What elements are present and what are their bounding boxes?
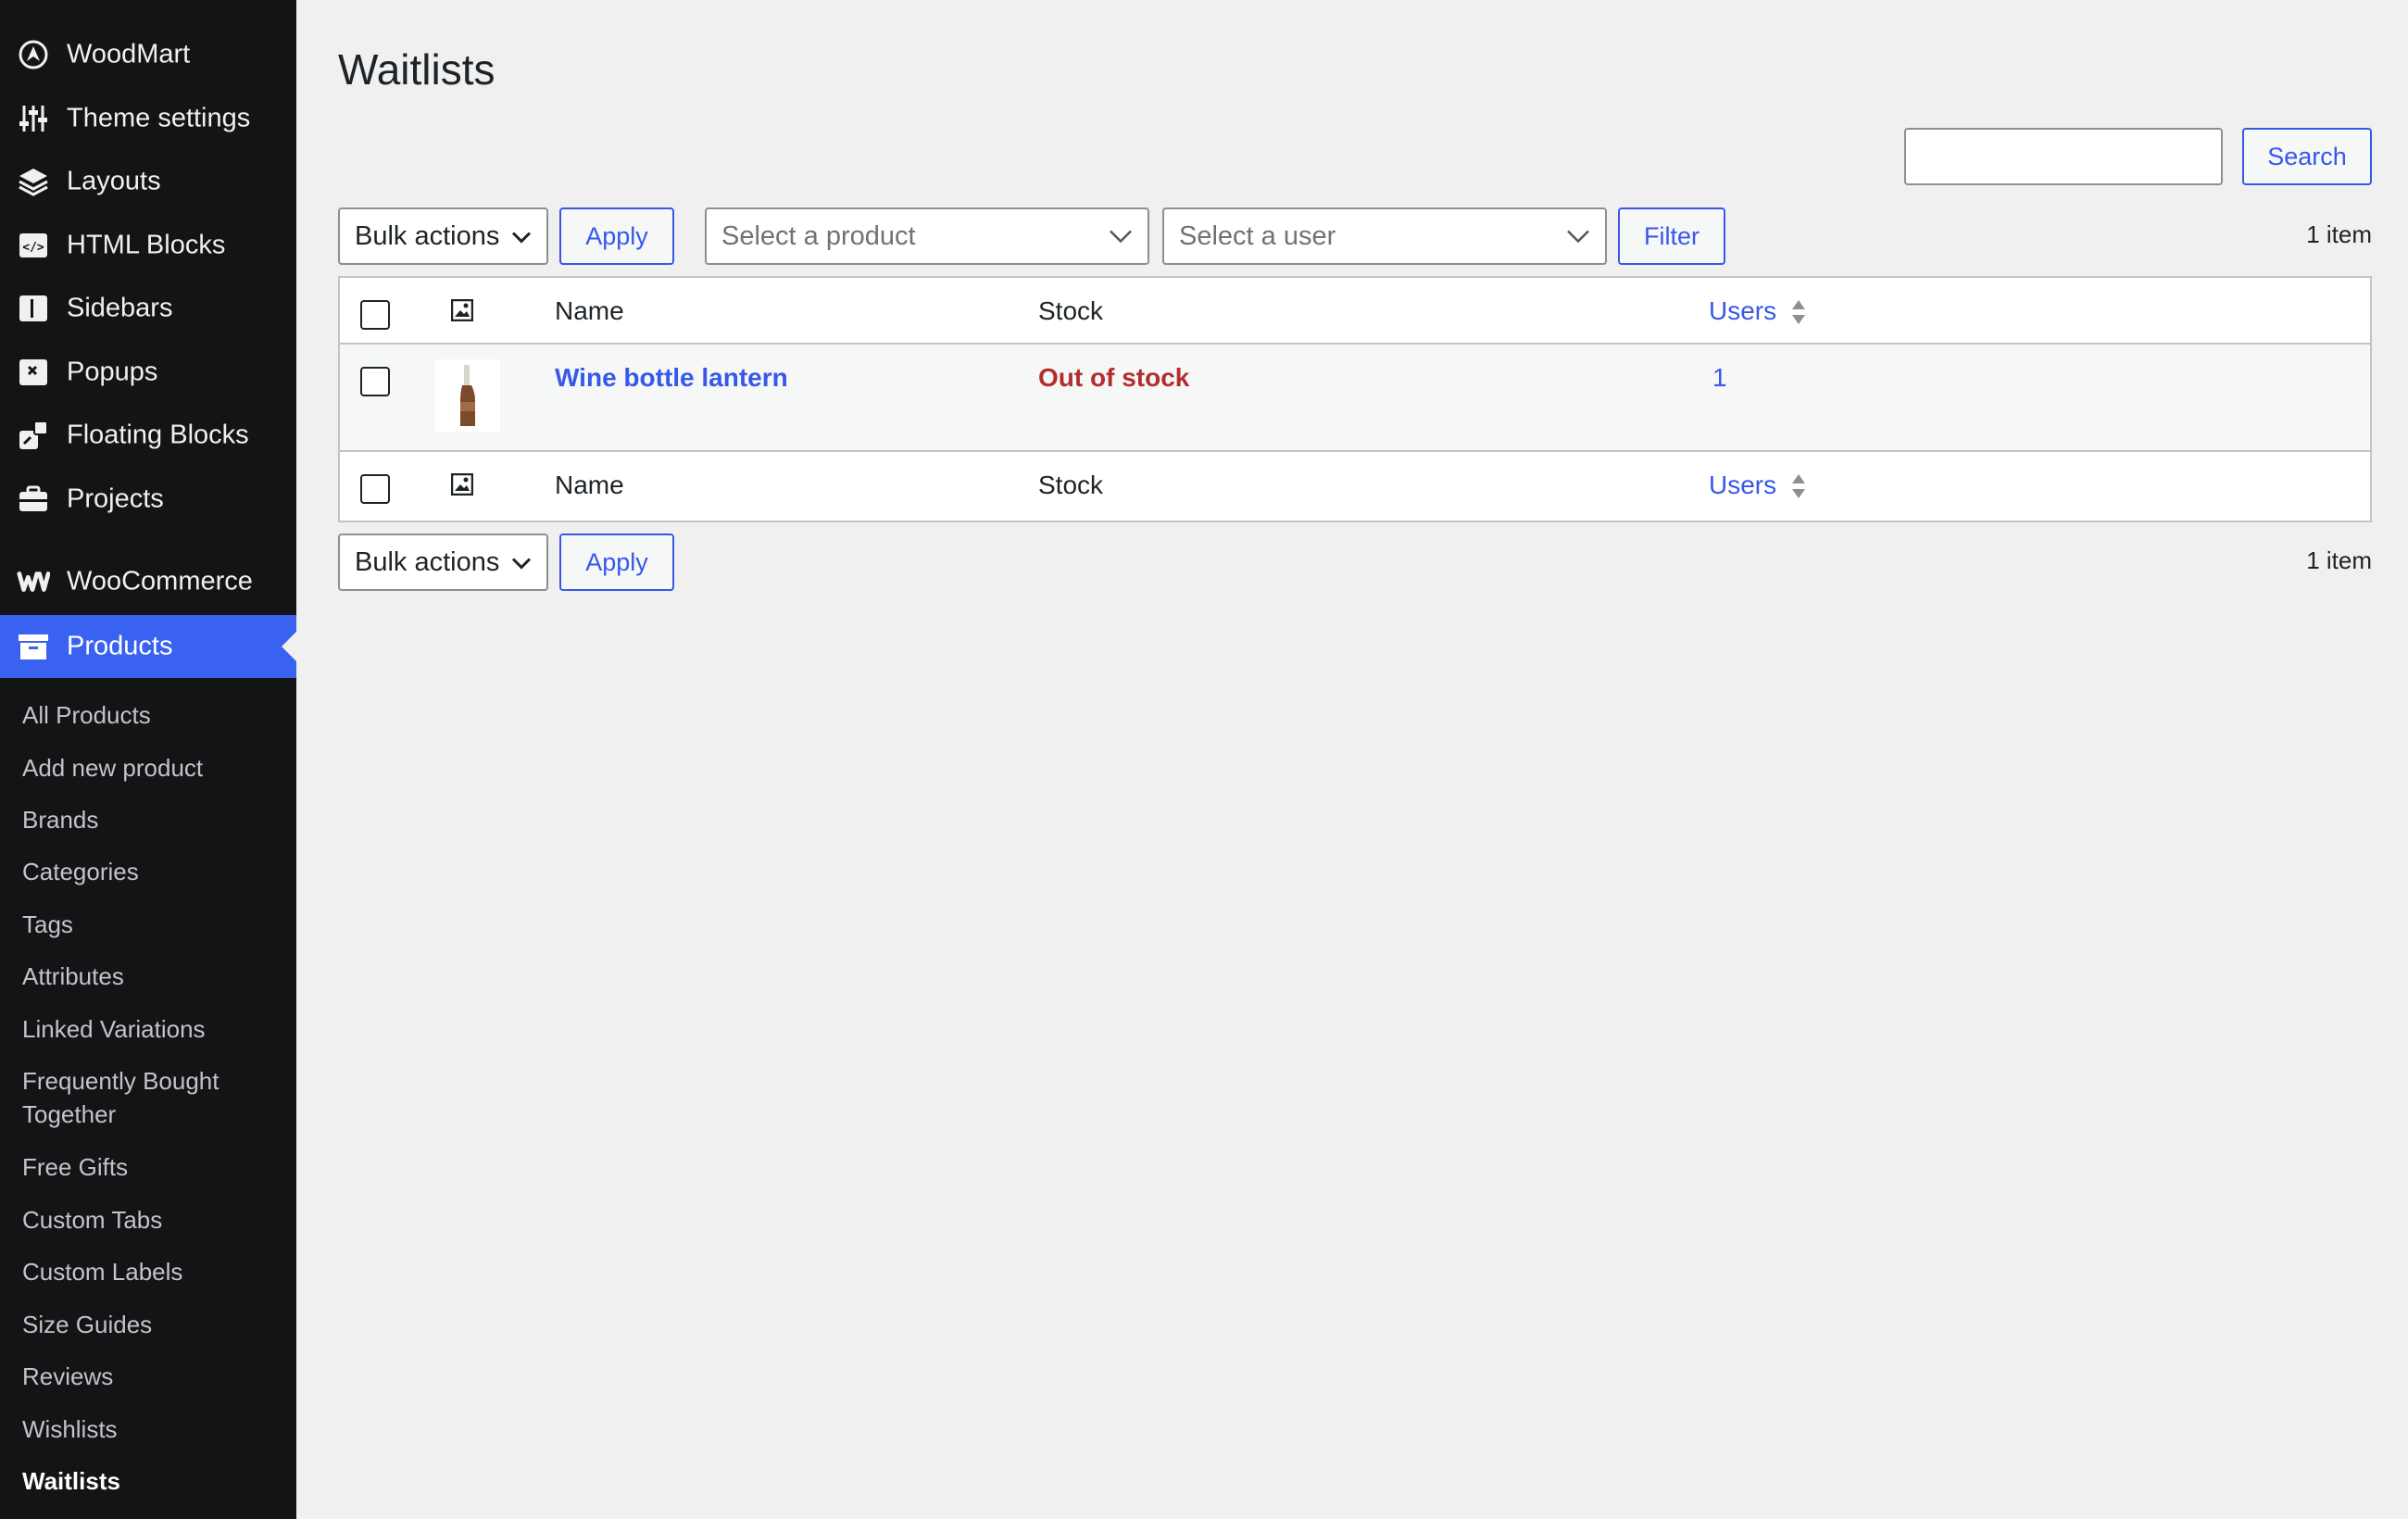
bulk-actions-select-bottom[interactable]: Bulk actions [338,534,548,591]
stock-status: Out of stock [1038,363,1190,392]
menu-item-theme-settings[interactable]: Theme settings [0,87,296,150]
chevron-down-icon [1109,221,1133,252]
submenu-brands[interactable]: Brands [22,803,282,836]
apply-button-top[interactable]: Apply [559,207,674,265]
submenu-reviews[interactable]: Reviews [22,1360,282,1393]
submenu-size-guides[interactable]: Size Guides [22,1308,282,1341]
woodmart-logo-icon [17,38,50,71]
menu-label: Floating Blocks [67,420,249,450]
image-column-icon [450,472,474,502]
product-name-link[interactable]: Wine bottle lantern [555,363,788,393]
menu-item-html-blocks[interactable]: </> HTML Blocks [0,214,296,277]
submenu-frequently-bought-together[interactable]: Frequently Bought Together [22,1064,245,1131]
sidebar-icon [17,292,50,325]
chevron-down-icon [1566,221,1590,252]
menu-label: Products [67,631,173,661]
menu-item-woocommerce[interactable]: WooCommerce [0,550,296,613]
popup-icon [17,356,50,389]
column-stock-footer: Stock [1038,471,1104,499]
chevron-down-icon [511,221,532,252]
select-all-checkbox-bottom[interactable] [360,474,390,504]
waitlists-table: Name Stock Users Wine bottle lantern Out… [338,276,2372,522]
code-block-icon: </> [17,229,50,262]
layers-icon [17,165,50,198]
submenu-wishlists[interactable]: Wishlists [22,1412,282,1446]
column-users-sortable[interactable]: Users [1709,296,1776,326]
submenu-waitlists[interactable]: Waitlists [22,1464,282,1498]
menu-item-popups[interactable]: Popups [0,341,296,404]
column-name: Name [555,296,624,325]
bulk-actions-label: Bulk actions [355,220,500,251]
bulk-actions-select-top[interactable]: Bulk actions [338,207,548,265]
submenu-linked-variations[interactable]: Linked Variations [22,1012,282,1046]
page-title: Waitlists [338,45,495,94]
product-select-placeholder: Select a product [721,220,916,251]
product-select[interactable]: Select a product [705,207,1149,265]
menu-label: Popups [67,357,158,387]
admin-sidebar: WoodMart Theme settings Layouts </> HTML… [0,0,296,1519]
menu-item-products[interactable]: Products [0,615,296,678]
menu-label: Theme settings [67,103,251,133]
menu-label: Sidebars [67,293,173,323]
briefcase-icon [17,483,50,516]
submenu-categories[interactable]: Categories [22,855,282,888]
menu-label: HTML Blocks [67,230,226,260]
bulk-actions-label: Bulk actions [355,546,500,577]
sort-icon [1790,298,1807,331]
svg-text:</>: </> [22,241,44,255]
item-count-bottom: 1 item [2306,546,2372,574]
menu-label: WooCommerce [67,566,253,596]
menu-item-layouts[interactable]: Layouts [0,150,296,213]
filter-button[interactable]: Filter [1618,207,1725,265]
select-all-checkbox[interactable] [360,300,390,330]
submenu-add-new-product[interactable]: Add new product [22,751,282,785]
table-header-row: Name Stock Users [340,278,2370,345]
search-input[interactable] [1904,128,2223,185]
submenu-all-products[interactable]: All Products [22,698,282,732]
menu-item-floating-blocks[interactable]: Floating Blocks [0,404,296,467]
sort-icon [1790,472,1807,505]
submenu-tags[interactable]: Tags [22,908,282,941]
apply-button-bottom[interactable]: Apply [559,534,674,591]
row-checkbox[interactable] [360,367,390,396]
menu-label: WoodMart [67,39,191,69]
archive-icon [17,630,50,663]
sliders-icon [17,102,50,135]
chevron-down-icon [511,547,532,578]
item-count-top: 1 item [2306,220,2372,248]
menu-item-projects[interactable]: Projects [0,468,296,531]
submenu-free-gifts[interactable]: Free Gifts [22,1150,282,1184]
menu-item-sidebars[interactable]: Sidebars [0,277,296,340]
search-button[interactable]: Search [2242,128,2372,185]
user-select-placeholder: Select a user [1179,220,1336,251]
floating-blocks-icon [17,419,50,452]
column-stock: Stock [1038,296,1104,325]
menu-label: Projects [67,483,164,514]
table-footer-row: Name Stock Users [340,452,2370,521]
submenu-custom-tabs[interactable]: Custom Tabs [22,1203,282,1237]
woocommerce-icon [17,565,50,598]
submenu-attributes[interactable]: Attributes [22,960,282,993]
user-select[interactable]: Select a user [1162,207,1607,265]
image-column-icon [450,298,474,328]
menu-label: Layouts [67,166,161,196]
menu-item-woodmart[interactable]: WoodMart [0,23,296,86]
submenu-custom-labels[interactable]: Custom Labels [22,1255,282,1288]
column-users-sortable-footer[interactable]: Users [1709,471,1776,500]
active-indicator [282,632,296,661]
column-name-footer: Name [555,471,624,499]
users-count-link[interactable]: 1 [1712,363,1727,393]
table-row: Wine bottle lantern Out of stock 1 [340,345,2370,452]
product-thumbnail[interactable] [435,359,500,432]
